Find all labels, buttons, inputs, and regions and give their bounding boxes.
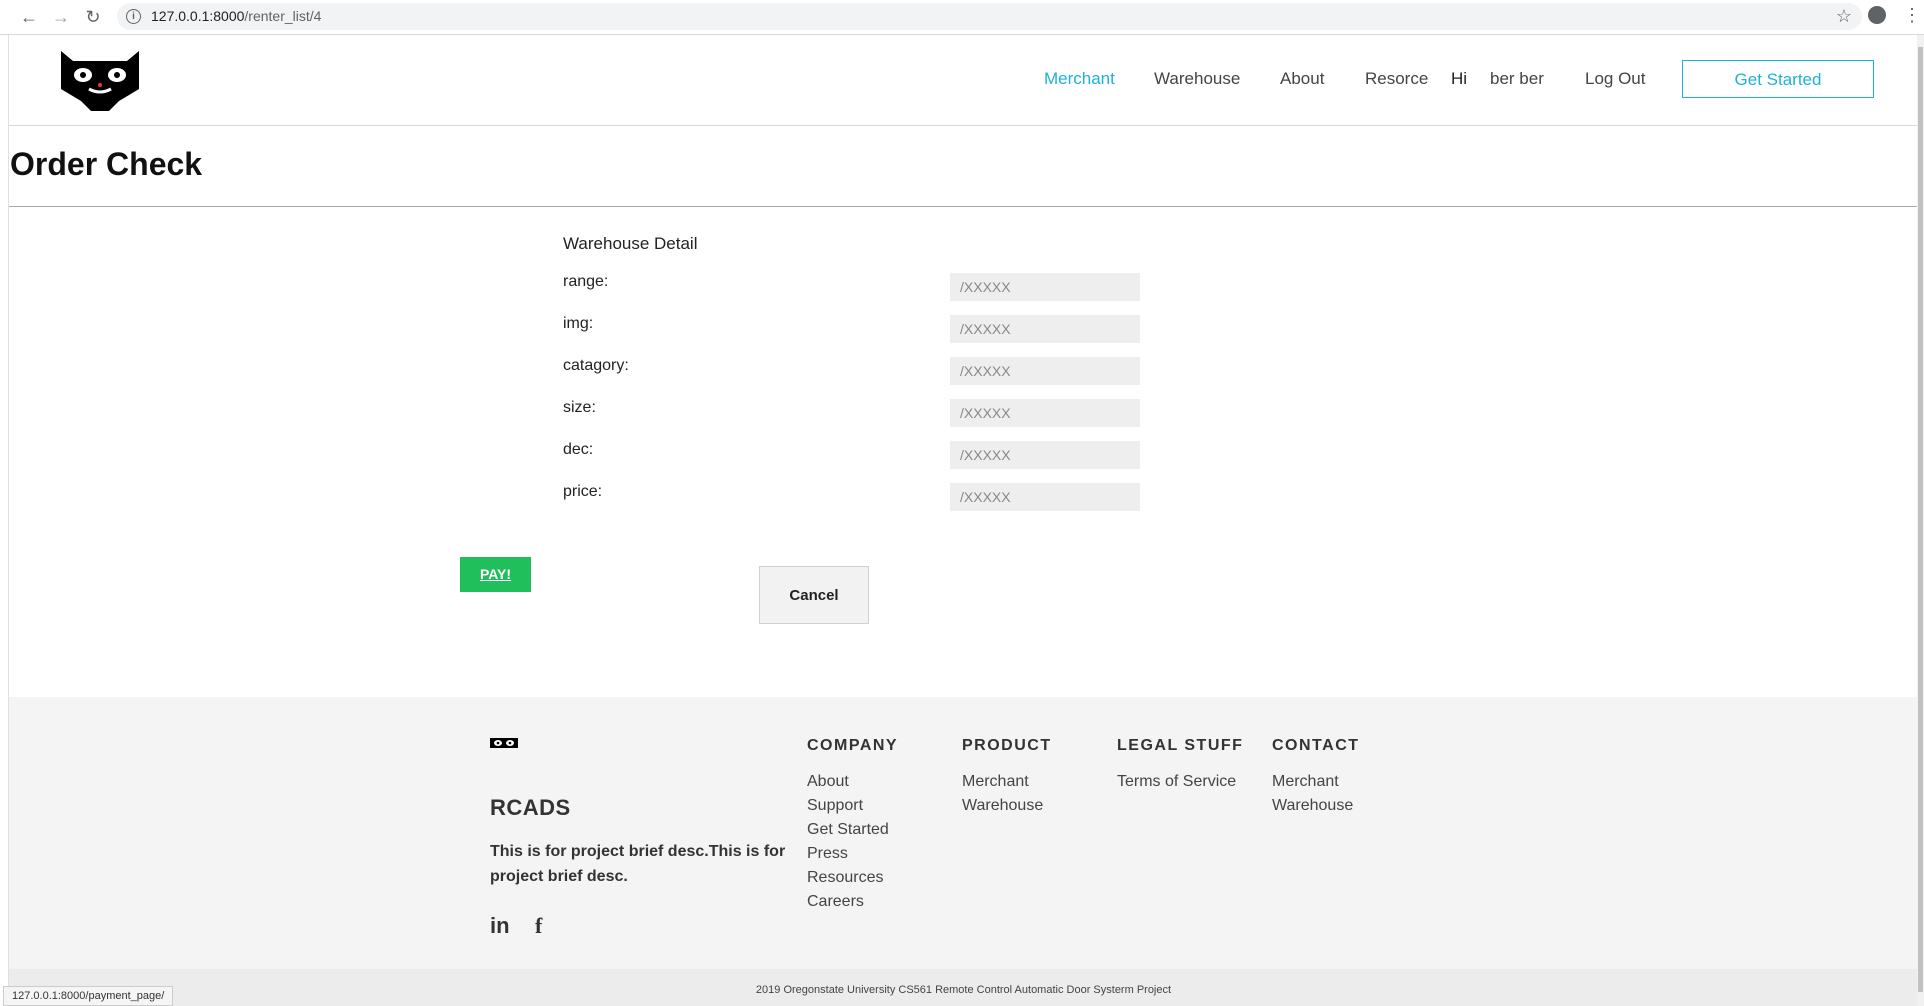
nav-logout[interactable]: Log Out [1585,69,1646,89]
facebook-icon[interactable]: f [535,913,542,939]
footer-col-product-links: Merchant Warehouse [962,770,1043,818]
form-heading: Warehouse Detail [563,234,698,253]
user-name[interactable]: ber ber [1490,69,1544,89]
range-label: range: [563,273,609,290]
cat-logo-icon[interactable] [59,49,141,111]
footer-link[interactable]: Warehouse [1272,794,1353,818]
copyright-text: 2019 Oregonstate University CS561 Remote… [755,984,1172,996]
vertical-scrollbar[interactable] [1917,35,1924,1006]
linkedin-icon[interactable]: in [490,913,510,939]
size-input[interactable] [950,399,1140,427]
site-footer: RCADS This is for project brief desc.Thi… [9,697,1918,1006]
footer-col-company-title: COMPANY [807,737,899,754]
img-label: img: [563,315,594,332]
price-label: price: [563,483,603,500]
browser-toolbar: ← → ↻ i 127.0.0.1:8000/renter_list/4 ☆ ⋮ [0,0,1924,35]
footer-col-company-links: About Support Get Started Press Resource… [807,770,889,914]
pay-button[interactable]: PAY! [460,557,531,592]
nav-merchant[interactable]: Merchant [1044,69,1115,89]
title-divider [9,206,1918,207]
get-started-button[interactable]: Get Started [1682,60,1874,98]
back-arrow-icon[interactable]: ← [18,6,40,28]
account-icon[interactable] [1868,6,1886,24]
size-label: size: [563,399,596,416]
reload-icon[interactable]: ↻ [82,6,104,28]
footer-link[interactable]: About [807,770,889,794]
page-title: Order Check [10,146,203,182]
footer-link[interactable]: Support [807,794,889,818]
footer-col-contact-links: Merchant Warehouse [1272,770,1353,818]
nav-about[interactable]: About [1280,69,1324,89]
greeting-label: Hi [1451,69,1468,88]
scrollbar-thumb[interactable] [1918,47,1923,992]
price-input[interactable] [950,483,1140,511]
footer-col-legal-title: LEGAL STUFF [1117,737,1244,754]
footer-link[interactable]: Warehouse [962,794,1043,818]
footer-link[interactable]: Get Started [807,818,889,842]
footer-logo-icon [490,738,518,748]
address-bar[interactable]: i 127.0.0.1:8000/renter_list/4 ☆ [117,3,1862,30]
footer-col-contact-title: CONTACT [1272,737,1360,754]
footer-link[interactable]: Terms of Service [1117,770,1236,794]
cancel-button[interactable]: Cancel [759,566,869,624]
nav-resource[interactable]: Resorce [1365,69,1428,89]
status-url-tooltip: 127.0.0.1:8000/payment_page/ [3,986,174,1006]
bookmark-star-icon[interactable]: ☆ [1836,6,1852,27]
browser-menu-icon[interactable]: ⋮ [1903,5,1921,25]
range-input[interactable] [950,273,1140,301]
url-path: /renter_list/4 [244,8,322,24]
footer-link[interactable]: Careers [807,890,889,914]
site-header: Merchant Warehouse About Resorce Hi ber … [9,35,1918,126]
nav-warehouse[interactable]: Warehouse [1154,69,1240,89]
footer-brand: RCADS [490,795,571,820]
url-text[interactable]: 127.0.0.1:8000/renter_list/4 [151,8,321,24]
footer-link[interactable]: Resources [807,866,889,890]
footer-description: This is for project brief desc.This is f… [490,843,786,885]
footer-link[interactable]: Merchant [1272,770,1353,794]
forward-arrow-icon[interactable]: → [50,6,72,28]
category-label: catagory: [563,357,629,374]
info-icon[interactable]: i [126,9,141,24]
footer-col-product-title: PRODUCT [962,737,1052,754]
footer-link[interactable]: Press [807,842,889,866]
footer-col-legal-links: Terms of Service [1117,770,1236,794]
category-input[interactable] [950,357,1140,385]
dec-input[interactable] [950,441,1140,469]
url-host: 127.0.0.1:8000 [151,8,245,24]
page-viewport: Merchant Warehouse About Resorce Hi ber … [8,35,1918,1006]
footer-link[interactable]: Merchant [962,770,1043,794]
img-input[interactable] [950,315,1140,343]
copyright-bar: 2019 Oregonstate University CS561 Remote… [9,969,1918,1006]
dec-label: dec: [563,441,594,458]
